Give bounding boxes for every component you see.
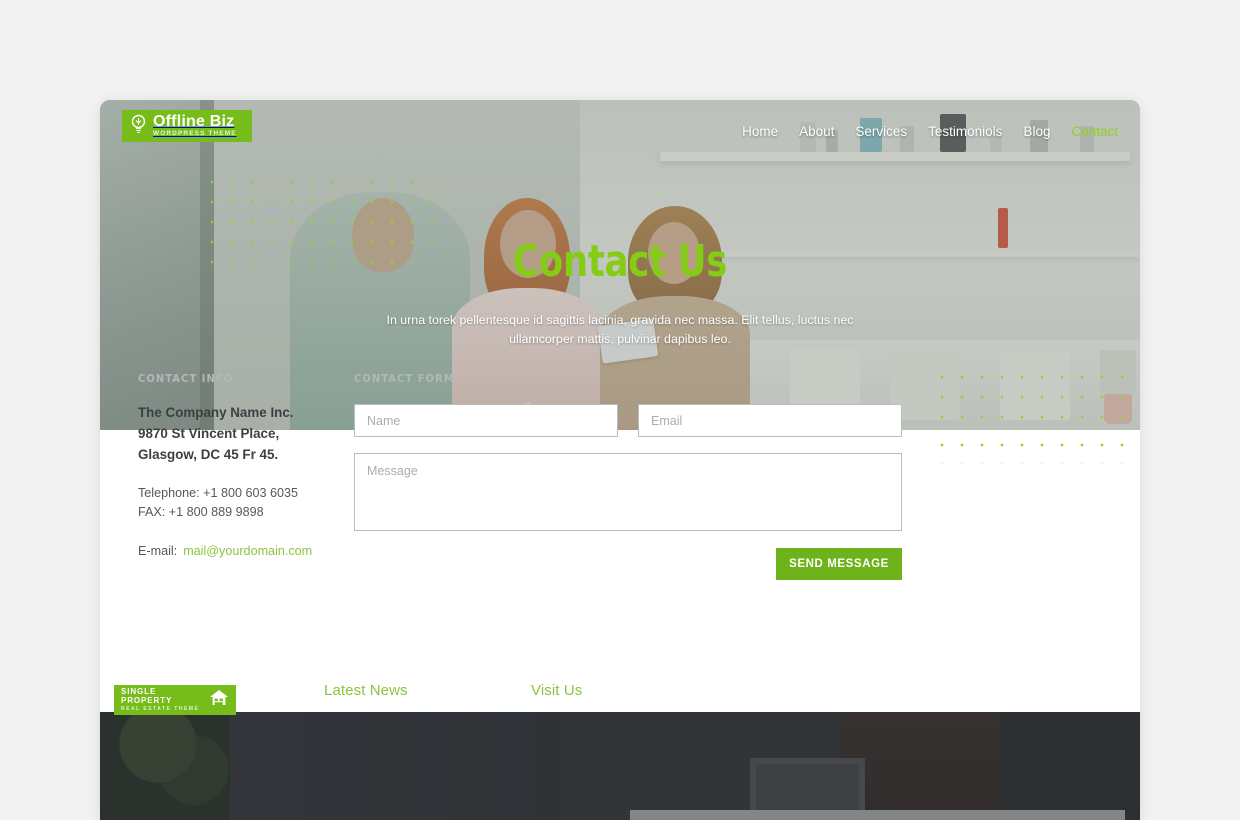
contact-info-label: CONTACT INFO (138, 372, 234, 385)
hero-text-block: Contact Us In urna torek pellentesque id… (100, 236, 1140, 349)
logo-name: Offline Biz (153, 113, 235, 131)
footer-section (100, 712, 1140, 820)
badge-line1: SINGLE PROPERTY (121, 686, 173, 705)
phone-block: Telephone: +1 800 603 6035 FAX: +1 800 8… (138, 484, 338, 522)
footer-overlay (100, 712, 1140, 820)
email-input[interactable] (638, 404, 902, 437)
site-header: Offline Biz WORDPRESS THEME Home About S… (100, 100, 1140, 162)
house-icon (209, 689, 229, 711)
footer-heading-visit-us: Visit Us (531, 682, 583, 699)
fax-text: FAX: +1 800 889 9898 (138, 505, 264, 520)
page-title: Contact Us (512, 236, 728, 287)
address-line1: 9870 St Vincent Place, (138, 425, 280, 441)
message-textarea[interactable] (354, 453, 902, 531)
name-input[interactable] (354, 404, 618, 437)
lightbulb-icon (130, 114, 147, 139)
hero-subtitle: In urna torek pellentesque id sagittis l… (386, 313, 854, 347)
email-link[interactable]: mail@yourdomain.com (183, 544, 312, 558)
email-label: E-mail: (138, 544, 178, 559)
company-name: The Company Name Inc. (138, 405, 294, 420)
site-logo[interactable]: Offline Biz WORDPRESS THEME (122, 110, 252, 142)
main-navigation: Home About Services Testimoniols Blog Co… (742, 100, 1118, 162)
contact-form-block: CONTACT FORM SEND MESSAGE (354, 372, 902, 580)
footer-heading-latest-news: Latest News (324, 682, 408, 699)
contact-form-label: CONTACT FORM (354, 372, 455, 385)
company-address: The Company Name Inc. 9870 St Vincent Pl… (138, 403, 338, 465)
nav-item-testimoniols[interactable]: Testimoniols (928, 124, 1002, 139)
logo-tagline: WORDPRESS THEME (153, 130, 237, 138)
dot-pattern-below-hero (930, 430, 1140, 464)
email-row: E-mail: mail@yourdomain.com (138, 544, 338, 558)
send-message-button[interactable]: SEND MESSAGE (776, 548, 902, 580)
contact-info-block: CONTACT INFO The Company Name Inc. 9870 … (138, 372, 338, 558)
nav-item-blog[interactable]: Blog (1023, 124, 1050, 139)
address-line2: Glasgow, DC 45 Fr 45. (138, 446, 279, 462)
badge-line2: REAL ESTATE THEME (121, 706, 200, 713)
nav-item-services[interactable]: Services (855, 124, 907, 139)
single-property-badge[interactable]: SINGLE PROPERTY REAL ESTATE THEME (114, 685, 236, 715)
telephone-text: Telephone: +1 800 603 6035 (138, 486, 299, 501)
nav-item-home[interactable]: Home (742, 124, 778, 139)
nav-item-about[interactable]: About (799, 124, 834, 139)
nav-item-contact[interactable]: Contact (1071, 124, 1118, 139)
form-first-row (354, 404, 902, 437)
